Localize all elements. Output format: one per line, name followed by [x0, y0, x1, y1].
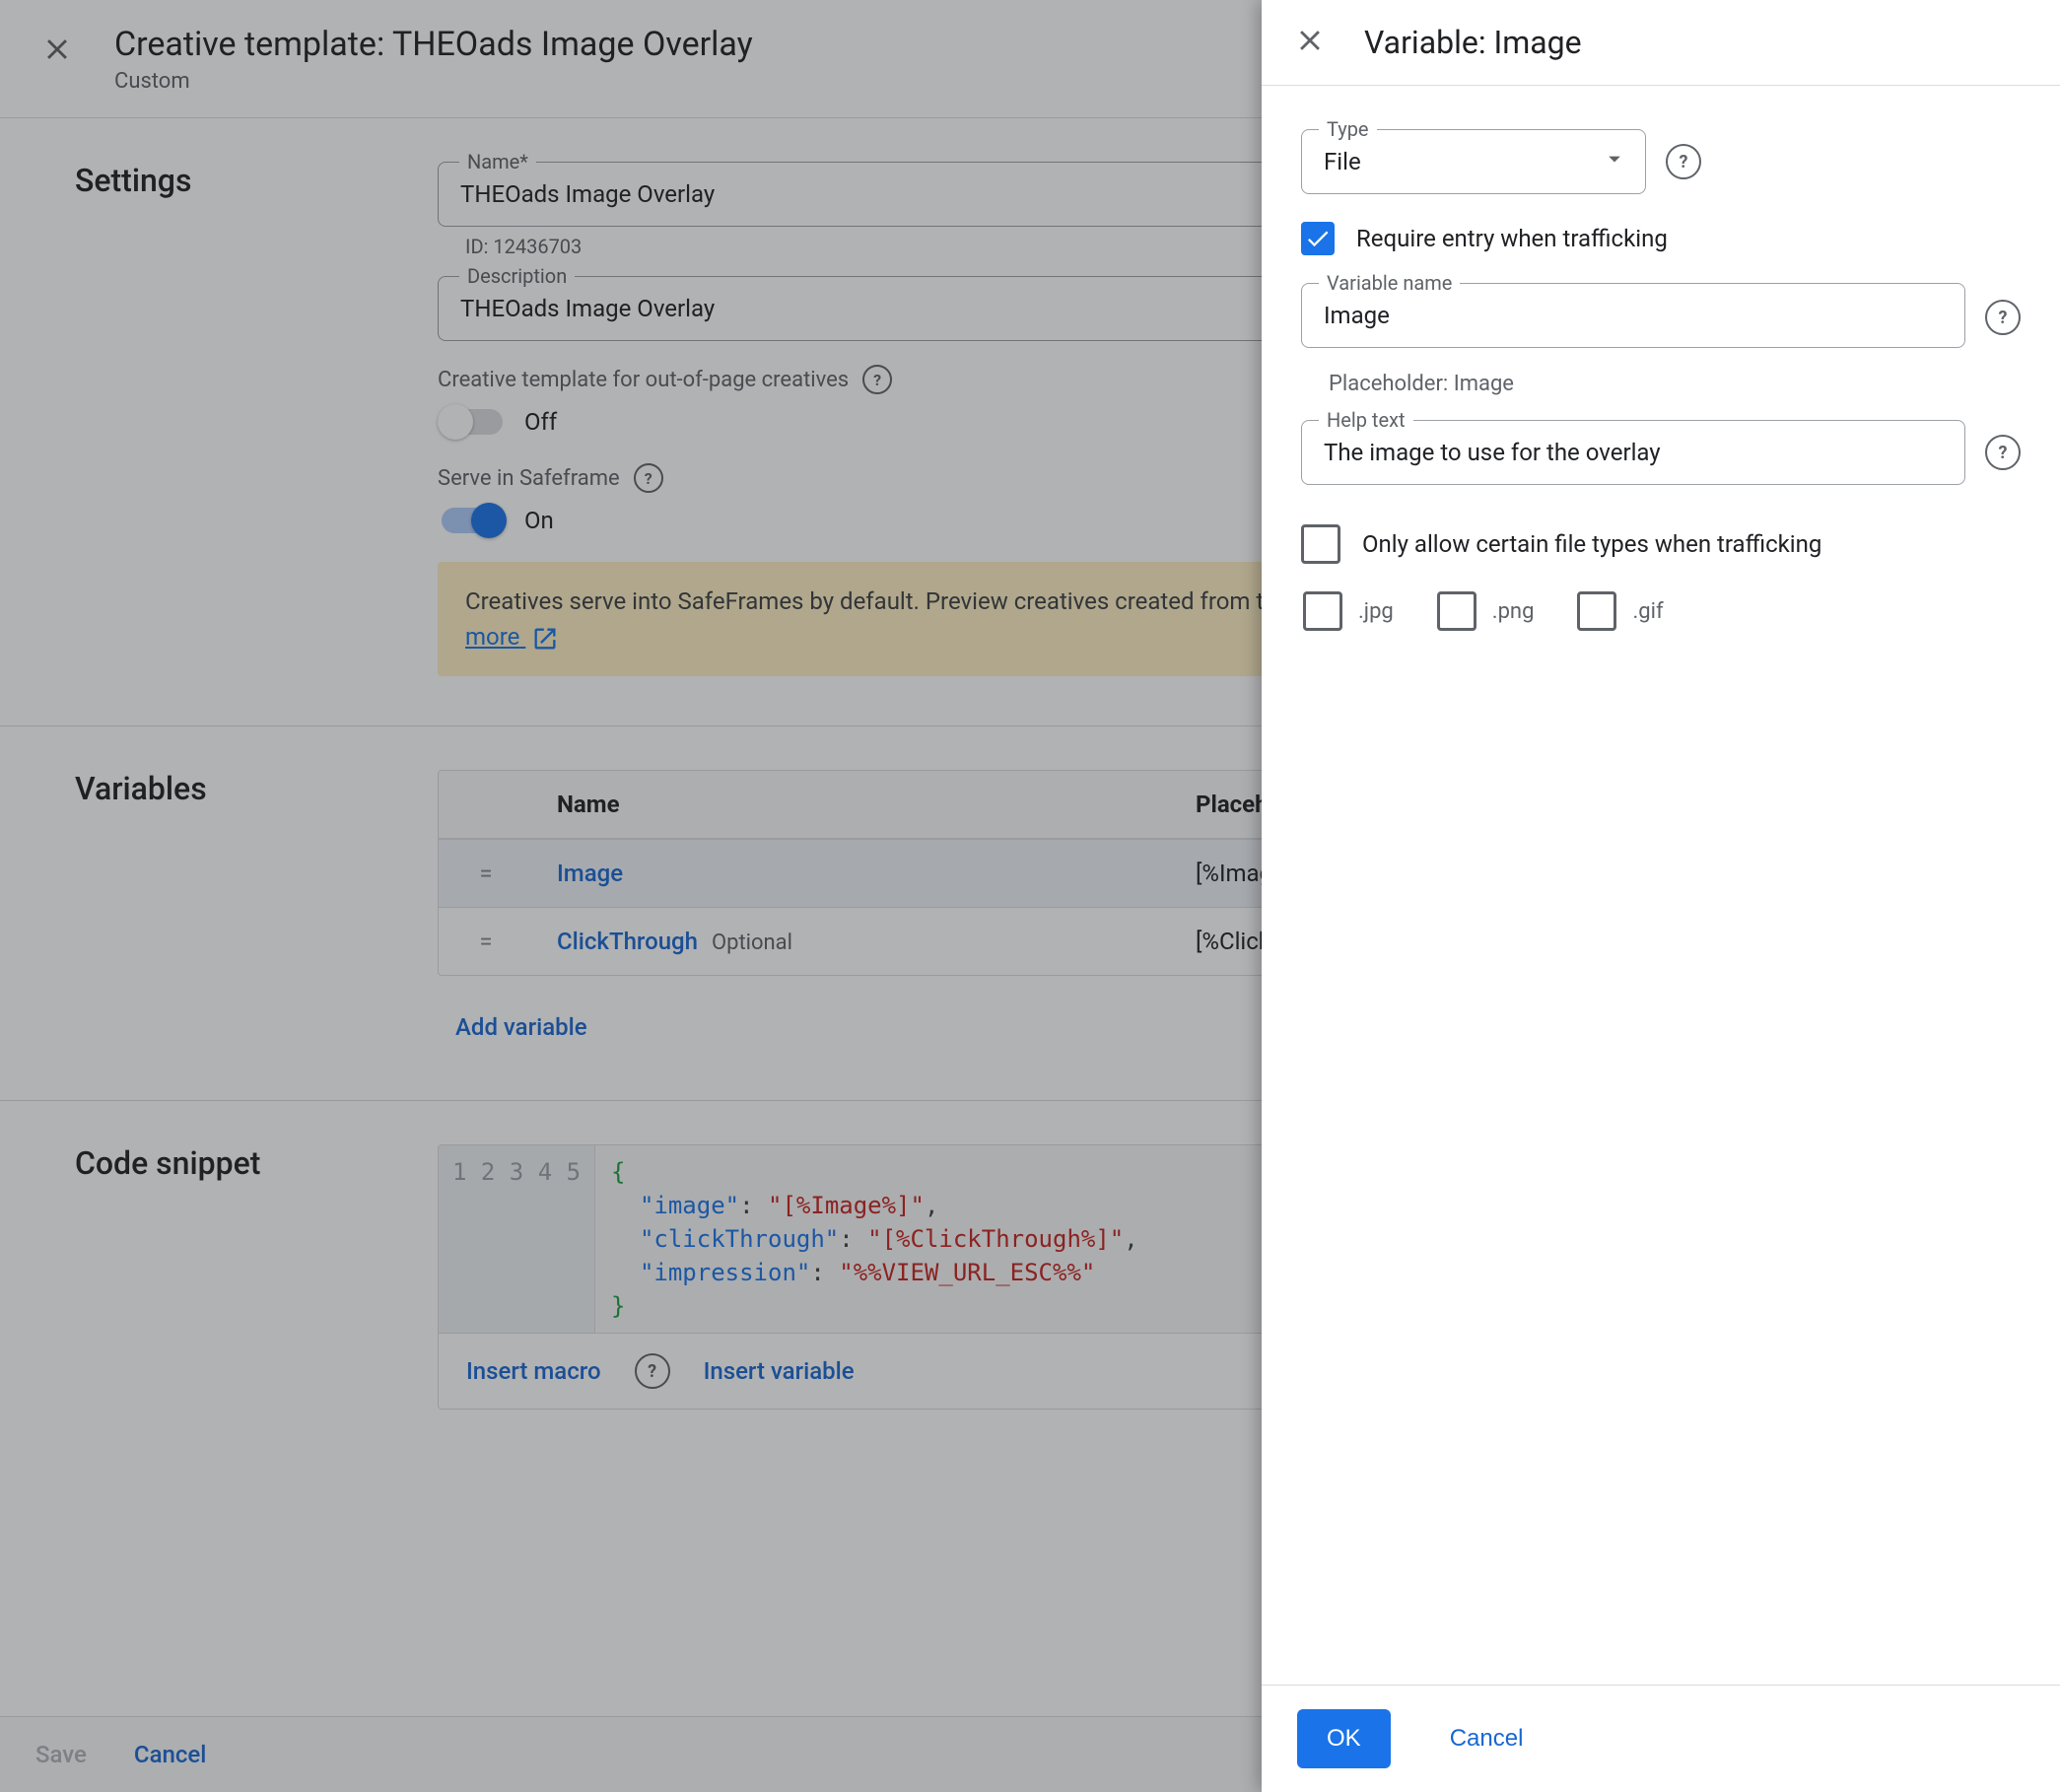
filetype-jpg-checkbox[interactable] [1303, 591, 1342, 631]
close-panel-button[interactable] [1293, 24, 1327, 61]
panel-header: Variable: Image [1262, 0, 2060, 86]
panel-footer: OK Cancel [1262, 1685, 2060, 1792]
variable-panel: Variable: Image Type File ? Require entr… [1262, 0, 2060, 1792]
filetype-gif[interactable]: .gif [1577, 591, 1663, 631]
help-icon[interactable]: ? [1985, 435, 2021, 470]
filetype-jpg-label: .jpg [1358, 599, 1394, 624]
file-types-row: .jpg .png .gif [1301, 591, 2021, 631]
filetype-gif-label: .gif [1632, 599, 1663, 624]
varname-subtext: Placeholder: Image [1301, 368, 2021, 396]
filetype-jpg[interactable]: .jpg [1303, 591, 1394, 631]
chevron-down-icon [1601, 145, 1628, 178]
help-text-label: Help text [1319, 408, 1413, 432]
varname-label: Variable name [1319, 271, 1460, 295]
panel-title: Variable: Image [1364, 24, 1582, 61]
require-entry-label: Require entry when trafficking [1356, 225, 1668, 252]
filetype-gif-checkbox[interactable] [1577, 591, 1616, 631]
require-entry-checkbox[interactable] [1301, 222, 1335, 255]
filetype-png-checkbox[interactable] [1437, 591, 1476, 631]
only-allow-label: Only allow certain file types when traff… [1362, 530, 1821, 558]
only-allow-checkbox[interactable] [1301, 524, 1340, 564]
help-icon[interactable]: ? [1985, 300, 2021, 335]
type-value: File [1324, 148, 1361, 175]
close-icon [1293, 24, 1327, 57]
type-label: Type [1319, 117, 1377, 141]
panel-cancel-button[interactable]: Cancel [1420, 1709, 1553, 1768]
only-allow-row[interactable]: Only allow certain file types when traff… [1301, 524, 2021, 564]
filetype-png-label: .png [1492, 599, 1535, 624]
type-row: Type File ? [1301, 129, 2021, 194]
help-icon[interactable]: ? [1666, 144, 1701, 179]
filetype-png[interactable]: .png [1437, 591, 1535, 631]
check-icon [1304, 225, 1332, 252]
require-entry-row[interactable]: Require entry when trafficking [1301, 222, 2021, 255]
ok-button[interactable]: OK [1297, 1709, 1391, 1768]
